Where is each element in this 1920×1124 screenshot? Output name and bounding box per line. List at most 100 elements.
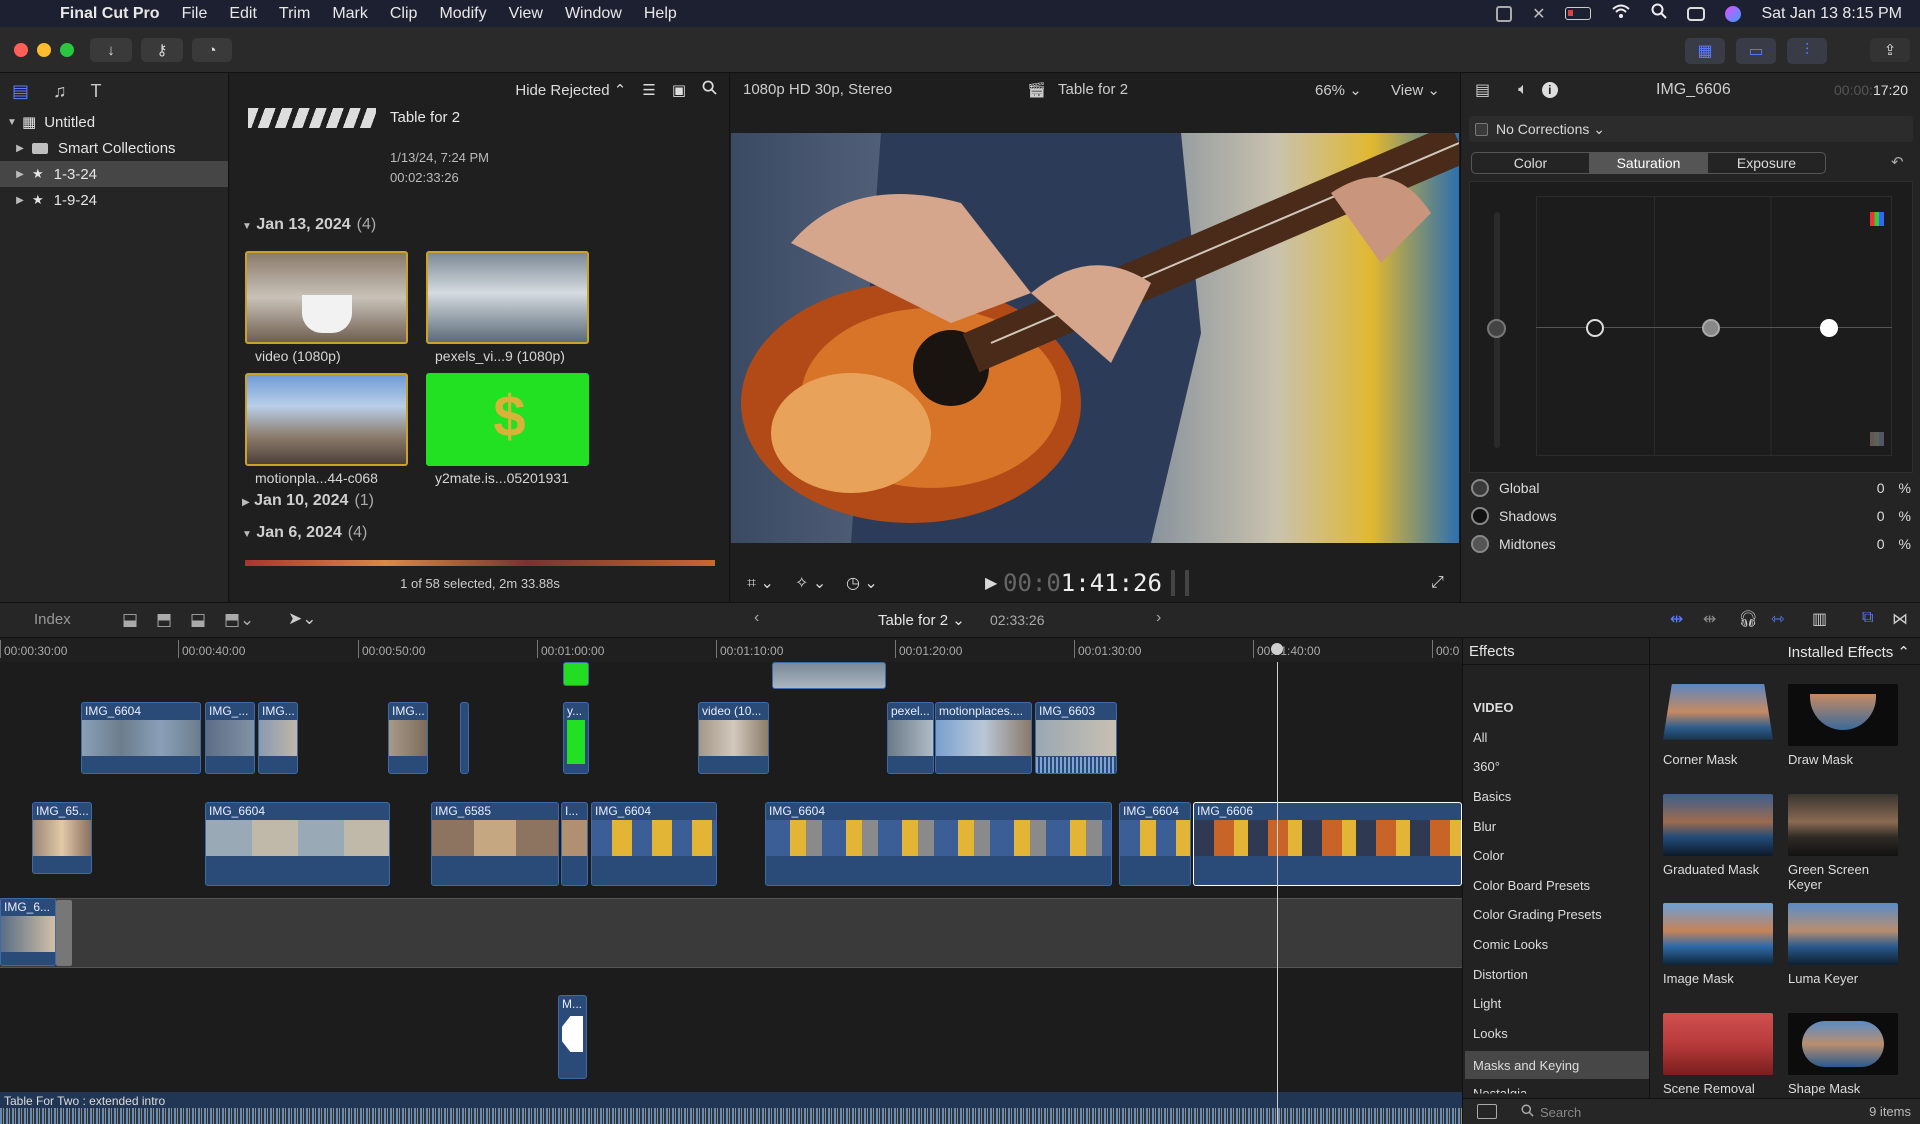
effects-category-comic-looks[interactable]: Comic Looks (1473, 937, 1548, 952)
clip-thumbnail[interactable] (245, 373, 408, 466)
battery-icon[interactable] (1565, 7, 1592, 20)
timeline-clip[interactable]: IMG_65... (32, 802, 92, 874)
installed-effects-popup[interactable]: Installed Effects ⌃ (1788, 643, 1910, 661)
timeline-clip[interactable]: M... (558, 995, 587, 1079)
menu-modify[interactable]: Modify (439, 5, 486, 23)
import-button[interactable]: ↓ (90, 38, 132, 62)
effects-category-color-board-presets[interactable]: Color Board Presets (1473, 878, 1590, 893)
menu-file[interactable]: File (182, 5, 208, 23)
reset-icon[interactable]: ↶ (1891, 153, 1904, 171)
timeline-clip[interactable]: IMG_6604 (765, 802, 1112, 886)
menu-app-name[interactable]: Final Cut Pro (60, 5, 160, 23)
playhead-handle[interactable] (1271, 643, 1283, 655)
timeline-clip[interactable] (563, 662, 589, 686)
clip-thumbnail[interactable] (245, 251, 408, 344)
disclosure-closed-icon[interactable]: ▶ (12, 195, 28, 206)
filter-popup[interactable]: Hide Rejected ⌃ (515, 81, 626, 99)
menu-clip[interactable]: Clip (390, 5, 418, 23)
fullscreen-icon[interactable]: ⤢ (1431, 574, 1444, 592)
siri-icon[interactable] (1725, 5, 1742, 22)
disclosure-closed-icon[interactable]: ▶ (12, 143, 28, 154)
date-group-jan-10[interactable]: ▶ Jan 10, 2024 (1) (242, 492, 374, 510)
date-group-jan-13[interactable]: ▼ Jan 13, 2024 (4) (242, 216, 376, 234)
menubar-datetime[interactable]: Sat Jan 13 8:15 PM (1761, 5, 1902, 23)
disclosure-open-icon[interactable]: ▼ (242, 529, 252, 540)
sidebar-item-1-3-24[interactable]: ▶ ★ 1-3-24 (0, 161, 228, 187)
puck-shadows[interactable] (1586, 319, 1604, 337)
effects-category-360[interactable]: 360° (1473, 759, 1500, 774)
keywords-button[interactable]: ⚷ (141, 38, 183, 62)
disclosure-closed-icon[interactable]: ▶ (242, 497, 250, 508)
forward-arrow-icon[interactable]: › (1156, 609, 1161, 627)
puck-midtones[interactable] (1702, 319, 1720, 337)
menu-view[interactable]: View (509, 5, 543, 23)
clip-thumbnail[interactable] (426, 251, 589, 344)
clip-filmstrip-partial[interactable] (245, 560, 715, 566)
timeline-clip[interactable]: IMG_6604 (81, 702, 201, 774)
secondary-storyline[interactable] (0, 898, 1462, 968)
project-thumbnail-icon[interactable] (248, 108, 376, 128)
zoom-popup[interactable]: 66% ⌄ (1315, 81, 1362, 99)
puck-highlights[interactable] (1820, 319, 1838, 337)
corrections-checkbox[interactable] (1475, 122, 1488, 136)
param-value[interactable]: 0 (1865, 480, 1885, 496)
transform-icon[interactable]: ⌗ ⌄ (747, 573, 774, 593)
select-tool-icon[interactable]: ➤⌄ (288, 609, 317, 629)
effects-browser-icon[interactable]: ⧉ (1862, 609, 1873, 627)
effects-category-blur[interactable]: Blur (1473, 819, 1496, 834)
timeline-clip[interactable]: IMG_6604 (1119, 802, 1191, 886)
disclosure-open-icon[interactable]: ▼ (4, 117, 20, 128)
sidebar-item-smart-collections[interactable]: ▶ Smart Collections (0, 135, 228, 161)
param-shadows[interactable]: Shadows 0 % (1471, 503, 1911, 529)
board-slider-handle[interactable] (1487, 319, 1506, 338)
effect-tile-draw-mask[interactable]: Draw Mask (1788, 684, 1898, 767)
timeline-index-button[interactable]: Index (34, 611, 71, 628)
clip-appearance-icon[interactable]: ▥ (1812, 609, 1827, 629)
disclosure-closed-icon[interactable]: ▶ (12, 169, 28, 180)
clip-appearance-icon[interactable]: ☰ (642, 81, 655, 99)
timeline-clip[interactable]: IMG_... (205, 702, 255, 774)
project-title[interactable]: Table for 2 (390, 109, 460, 126)
menu-window[interactable]: Window (565, 5, 622, 23)
back-arrow-icon[interactable]: ‹ (754, 609, 759, 627)
effect-tile-corner-mask[interactable]: Corner Mask (1663, 684, 1773, 767)
connect-clip-icon[interactable]: ⬓ (190, 610, 206, 630)
overwrite-clip-icon[interactable]: ⬒⌄ (224, 610, 254, 630)
insert-clip-icon[interactable]: ⬒ (156, 610, 172, 630)
param-midtones[interactable]: Midtones 0 % (1471, 531, 1911, 557)
browser-toggle-button[interactable]: ▦ (1685, 38, 1725, 64)
timeline-clip[interactable]: IMG_6603 (1035, 702, 1117, 774)
timeline-ruler[interactable]: 00:00:30:00 00:00:40:00 00:00:50:00 00:0… (0, 638, 1462, 662)
timeline-clip[interactable]: motionplaces.... (935, 702, 1032, 774)
menu-help[interactable]: Help (644, 5, 677, 23)
effects-category-distortion[interactable]: Distortion (1473, 967, 1528, 982)
minimize-window-button[interactable] (37, 43, 51, 57)
timeline-clip[interactable]: I... (561, 802, 588, 886)
timecode-display[interactable]: 00:01:41:26 (1003, 569, 1162, 597)
param-value[interactable]: 0 (1865, 536, 1885, 552)
timeline-clip[interactable] (460, 702, 469, 774)
spotlight-search-icon[interactable] (1651, 3, 1668, 24)
effects-category-color[interactable]: Color (1473, 848, 1504, 863)
effects-category-color-grading-presets[interactable]: Color Grading Presets (1473, 907, 1602, 922)
clip-thumbnail[interactable]: $ (426, 373, 589, 466)
timeline-clip[interactable]: pexel... (887, 702, 934, 774)
effect-tile-scene-removal[interactable]: Scene Removal (1663, 1013, 1773, 1096)
timeline-project-popup[interactable]: Table for 2 ⌄ (878, 611, 965, 629)
solo-icon[interactable]: 🎧︎ (1738, 609, 1758, 629)
view-menu[interactable]: View ⌄ (1391, 81, 1440, 99)
timeline-clip[interactable]: IMG_6585 (431, 802, 559, 886)
timeline-clip[interactable]: video (10... (698, 702, 769, 774)
enhance-icon[interactable]: ✧ ⌄ (795, 573, 826, 593)
share-button[interactable]: ⇪ (1870, 38, 1910, 62)
effect-tile-shape-mask[interactable]: Shape Mask (1788, 1013, 1898, 1096)
screen-record-icon[interactable] (1496, 5, 1513, 22)
timeline-clip[interactable]: IMG... (258, 702, 298, 774)
timeline-clip[interactable]: IMG... (388, 702, 428, 774)
disclosure-open-icon[interactable]: ▼ (242, 221, 252, 232)
playhead[interactable] (1277, 662, 1278, 1124)
corrections-popup[interactable]: No Corrections ⌄ (1496, 121, 1605, 138)
timeline-clip[interactable]: IMG_6604 (205, 802, 390, 886)
wifi-icon[interactable] (1611, 3, 1631, 24)
libraries-icon[interactable]: ▤ (12, 81, 29, 102)
